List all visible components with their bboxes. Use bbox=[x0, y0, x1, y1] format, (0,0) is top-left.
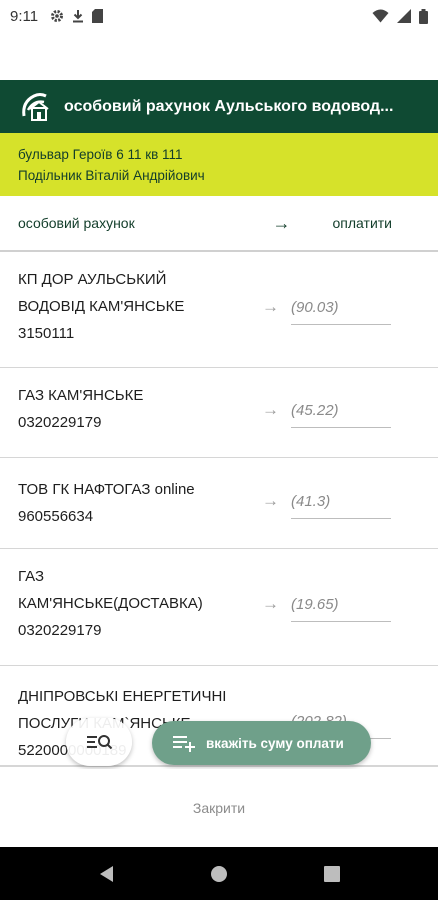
close-button[interactable]: Закрити bbox=[193, 800, 245, 816]
amount-input[interactable]: (45.22) bbox=[291, 402, 391, 428]
company-logo-icon bbox=[22, 92, 49, 121]
settings-icon bbox=[51, 10, 64, 22]
list-item[interactable]: КП ДОР АУЛЬСЬКИЙ ВОДОВІД КАМ'ЯНСЬКЕ 315011… bbox=[0, 252, 438, 368]
footer: Закрити bbox=[0, 769, 438, 847]
battery-icon bbox=[419, 8, 428, 24]
enter-amount-label: вкажіть суму оплати bbox=[206, 735, 344, 751]
home-icon[interactable] bbox=[210, 865, 228, 883]
system-icons bbox=[372, 8, 428, 24]
status-bar: 9:11 bbox=[0, 0, 438, 32]
amount-input[interactable]: (41.3) bbox=[291, 493, 391, 519]
account-info: бульвар Героїв 6 11 кв 111 Подільник Віт… bbox=[0, 133, 438, 196]
account-owner: Подільник Віталій Андрійович bbox=[18, 168, 205, 183]
wifi-icon bbox=[372, 9, 389, 23]
payment-list[interactable]: КП ДОР АУЛЬСЬКИЙ ВОДОВІД КАМ'ЯНСЬКЕ 315011… bbox=[0, 252, 438, 767]
list-item[interactable]: ТОВ ГК НАФТОГАЗ online 960556634 → (41.3) bbox=[0, 458, 438, 549]
list-item[interactable]: ГАЗ КАМ'ЯНСЬКЕ(ДОСТАВКА) 0320229179 → (19.… bbox=[0, 549, 438, 666]
playlist-add-icon bbox=[173, 736, 195, 752]
amount-input[interactable]: (19.65) bbox=[291, 596, 391, 622]
status-time: 9:11 bbox=[10, 7, 39, 25]
arrow-right-icon: → bbox=[262, 400, 279, 419]
sd-card-icon bbox=[92, 9, 104, 23]
list-item-label: ГАЗ КАМ'ЯНСЬКЕ(ДОСТАВКА) 0320229179 bbox=[18, 568, 203, 639]
list-item-label: КП ДОР АУЛЬСЬКИЙ ВОДОВІД КАМ'ЯНСЬКЕ 315011… bbox=[18, 271, 185, 342]
account-address: бульвар Героїв 6 11 кв 111 bbox=[18, 147, 183, 162]
list-item-label: ТОВ ГК НАФТОГАЗ online 960556634 bbox=[18, 481, 195, 525]
list-item[interactable]: ГАЗ КАМ'ЯНСЬКЕ 0320229179 → (45.22) bbox=[0, 368, 438, 458]
arrow-right-icon: → bbox=[272, 212, 291, 233]
system-nav-bar bbox=[0, 847, 438, 900]
download-icon bbox=[73, 10, 84, 23]
arrow-right-icon: → bbox=[262, 594, 279, 613]
app-header: особовий рахунок Аульського водовод... bbox=[0, 80, 438, 133]
signal-icon bbox=[397, 9, 411, 23]
column-pay-label: оплатити bbox=[332, 215, 392, 231]
amount-input[interactable]: (90.03) bbox=[291, 299, 391, 325]
page-title: особовий рахунок Аульського водовод... bbox=[64, 97, 394, 115]
list-item-label: ГАЗ КАМ'ЯНСЬКЕ 0320229179 bbox=[18, 387, 144, 431]
recents-icon[interactable] bbox=[324, 865, 340, 882]
arrow-right-icon: → bbox=[262, 297, 279, 316]
list-column-header: особовий рахунок → оплатити bbox=[0, 196, 438, 252]
back-icon[interactable] bbox=[98, 865, 114, 883]
enter-amount-button[interactable]: вкажіть суму оплати bbox=[152, 721, 371, 765]
search-fab-button[interactable] bbox=[66, 718, 132, 766]
filter-search-icon bbox=[87, 735, 113, 750]
column-account-label: особовий рахунок bbox=[18, 215, 135, 231]
notification-icons bbox=[50, 9, 104, 23]
arrow-right-icon: → bbox=[262, 491, 279, 510]
